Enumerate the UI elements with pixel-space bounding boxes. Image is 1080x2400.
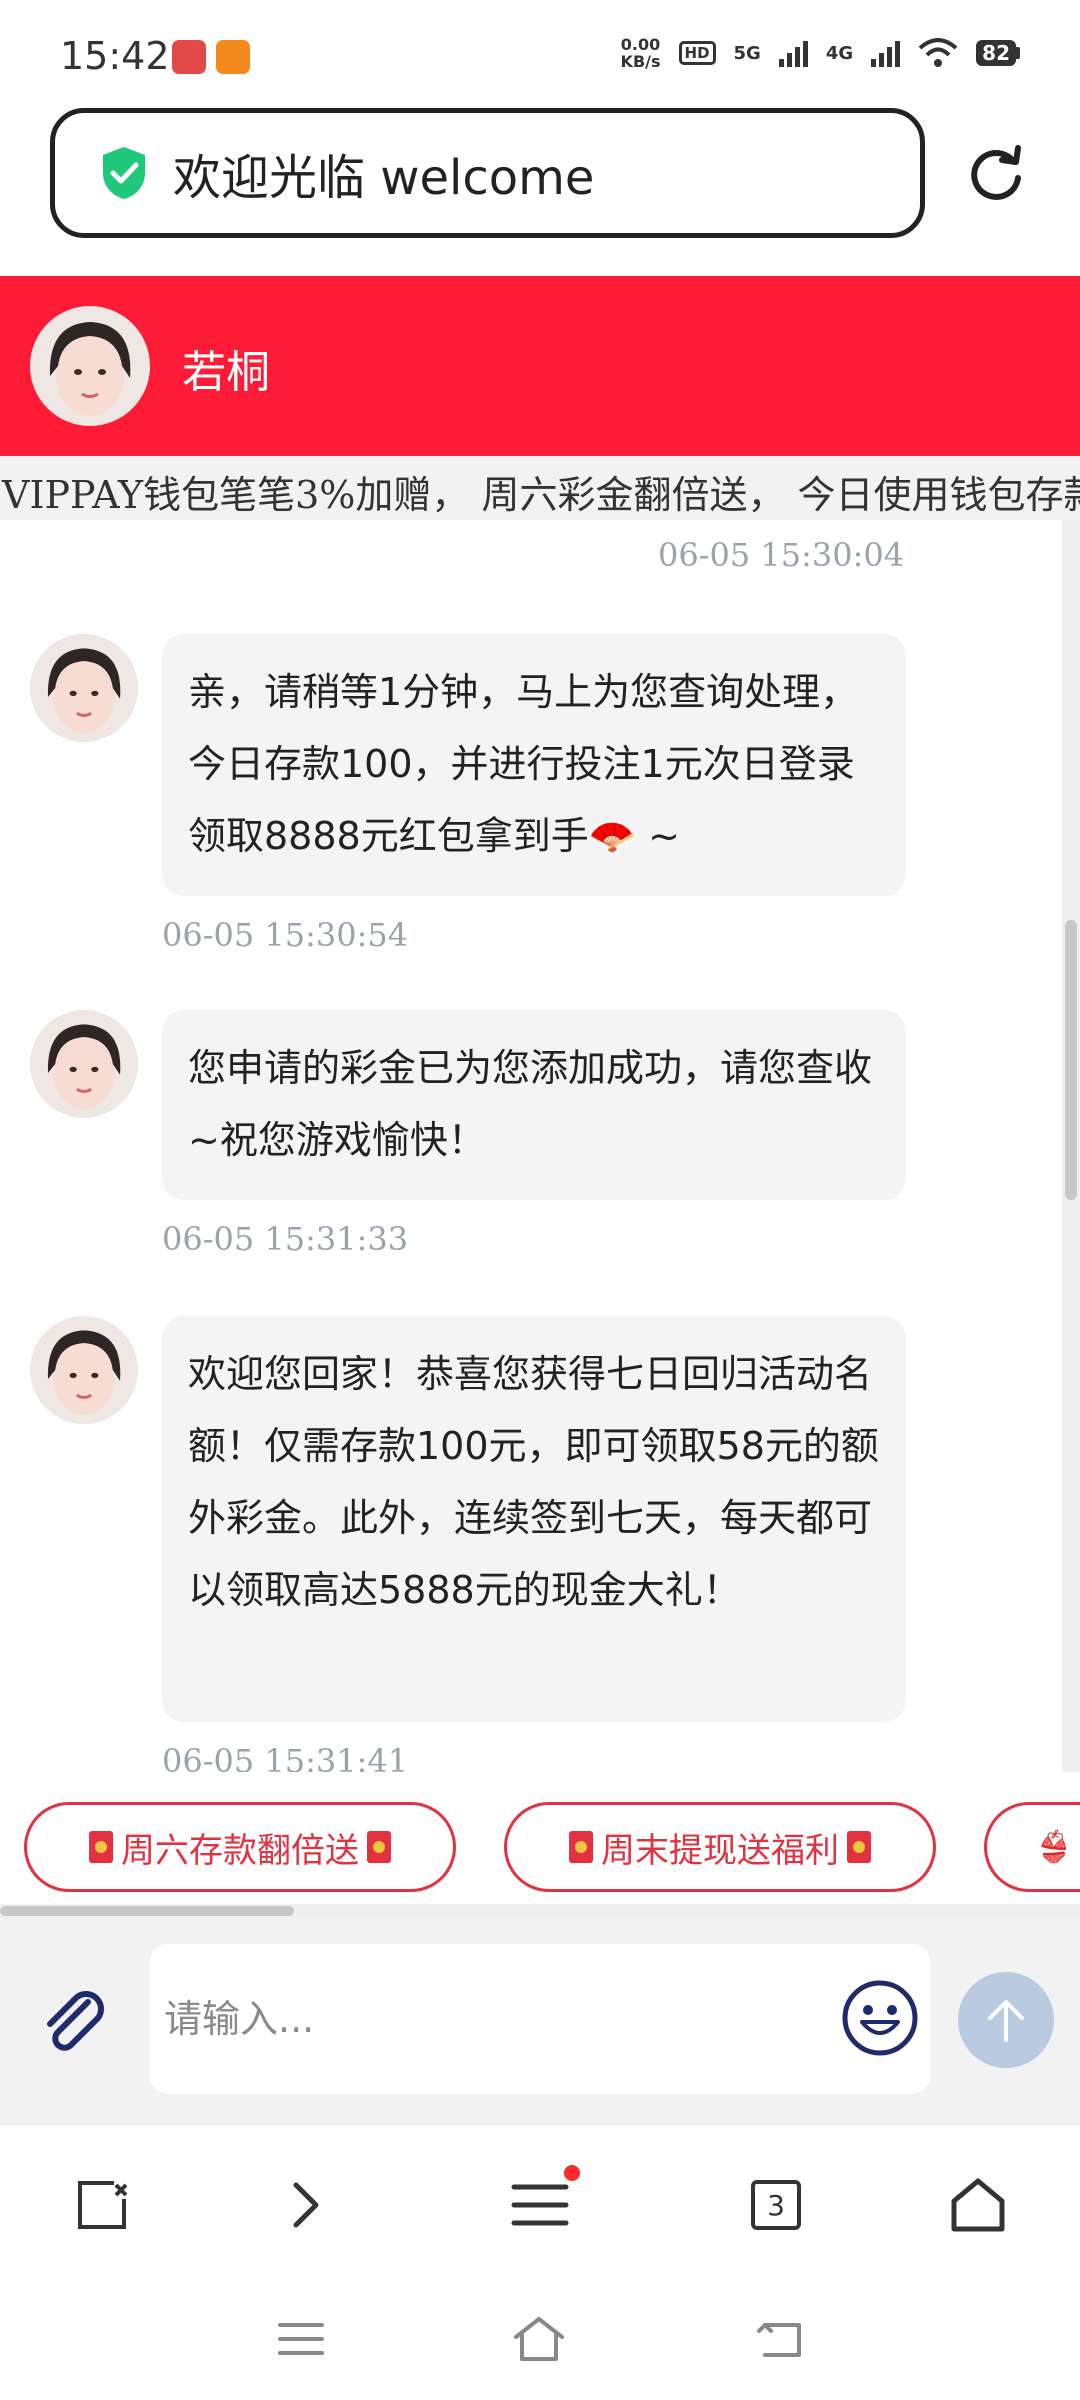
home-outline-icon [514,2317,564,2361]
agent-avatar [30,634,138,742]
quick-reply-bar: 周六存款翻倍送 周末提现送福利 👙 美 [0,1772,1080,1904]
forward-button[interactable] [266,2165,346,2245]
close-tab-button[interactable] [62,2165,142,2245]
agent-avatar [30,1316,138,1424]
status-time: 15:42 [60,34,170,78]
tab-count: 3 [751,2180,801,2230]
red-envelope-icon [847,1831,871,1863]
quick-reply-chip[interactable]: 👙 美 [984,1802,1080,1892]
network-type-5g: 5G [733,42,761,64]
notification-dot [564,2165,580,2181]
refresh-icon[interactable] [964,140,1028,204]
smiley-icon[interactable] [840,1978,920,2058]
home-button[interactable] [938,2165,1018,2245]
chevron-right-icon [293,2182,319,2228]
system-navigation-bar [0,2274,1080,2400]
wifi-icon [918,38,958,67]
back-icon [757,2323,801,2357]
browser-toolbar: 3 [0,2124,1080,2274]
announcement-marquee: VIPPAY钱包笔笔3%加赠， 周六彩金翻倍送， 今日使用钱包存款 [0,456,1080,520]
quick-reply-chip[interactable]: 周六存款翻倍送 [24,1802,456,1892]
message-timestamp: 06-05 15:31:33 [162,1220,409,1258]
notification-app-icon [216,40,250,74]
battery-level: 82 [976,40,1016,66]
paperclip-icon[interactable] [36,1984,114,2062]
home-icon [951,2178,1005,2232]
agent-name: 若桐 [182,347,270,398]
shield-check-icon [103,147,145,199]
message-bubble: 您申请的彩金已为您添加成功，请您查收~祝您游戏愉快！ [162,1010,906,1200]
signal-bars-icon [778,39,808,67]
message-composer [0,1918,1080,2124]
quick-reply-scrollbar[interactable] [0,1904,1080,1918]
system-back-button[interactable] [746,2304,816,2374]
menu-button[interactable] [500,2165,580,2245]
network-type-4g: 4G [825,42,854,64]
message-bubble: 欢迎您回家！恭喜您获得七日回归活动名额！仅需存款100元，即可领取58元的额外彩… [162,1316,906,1722]
notification-app-icon [172,40,206,74]
status-bar: 15:42 0.00 KB/s HD 5G 4G 82 [0,0,1080,100]
network-speed: 0.00 KB/s [620,35,661,71]
close-tab-icon [78,2181,128,2229]
menu-icon [511,2184,569,2226]
tabs-button[interactable]: 3 [736,2165,816,2245]
message-input[interactable] [164,1974,824,2064]
message-timestamp: 06-05 15:30:04 [658,536,905,574]
signal-bars-icon [871,39,901,67]
agent-avatar [30,1010,138,1118]
agent-avatar[interactable] [30,306,150,426]
chat-header: 若桐 [0,276,1080,456]
message-bubble: 亲，请稍等1分钟，马上为您查询处理，今日存款100，并进行投注1元次日登录领取8… [162,634,906,896]
recent-apps-button[interactable] [266,2304,336,2374]
red-envelope-icon [367,1831,391,1863]
address-bar[interactable]: 欢迎光临 welcome [50,108,925,238]
page-title: 欢迎光临 welcome [173,150,595,206]
chat-messages[interactable]: 06-05 15:30:04 亲，请稍等1分钟，马上为您查询处理，今日存款100… [0,520,1080,1772]
message-input-box [150,1944,930,2094]
hd-voice-icon: HD [678,41,716,65]
battery-icon: 82 [976,40,1020,66]
red-envelope-icon [569,1831,593,1863]
announcement-text: VIPPAY钱包笔笔3%加赠， 周六彩金翻倍送， 今日使用钱包存款 [2,473,1080,517]
message-timestamp: 06-05 15:30:54 [162,916,409,954]
message-timestamp: 06-05 15:31:41 [162,1742,409,1772]
recents-menu-icon [278,2323,324,2355]
system-home-button[interactable] [504,2304,574,2374]
red-envelope-icon [89,1831,113,1863]
quick-reply-chip[interactable]: 周末提现送福利 [504,1802,936,1892]
arrow-up-icon [988,2000,1024,2042]
bikini-icon: 👙 [1035,1829,1073,1865]
send-button[interactable] [958,1972,1054,2068]
chat-scrollbar[interactable] [1062,520,1080,1772]
